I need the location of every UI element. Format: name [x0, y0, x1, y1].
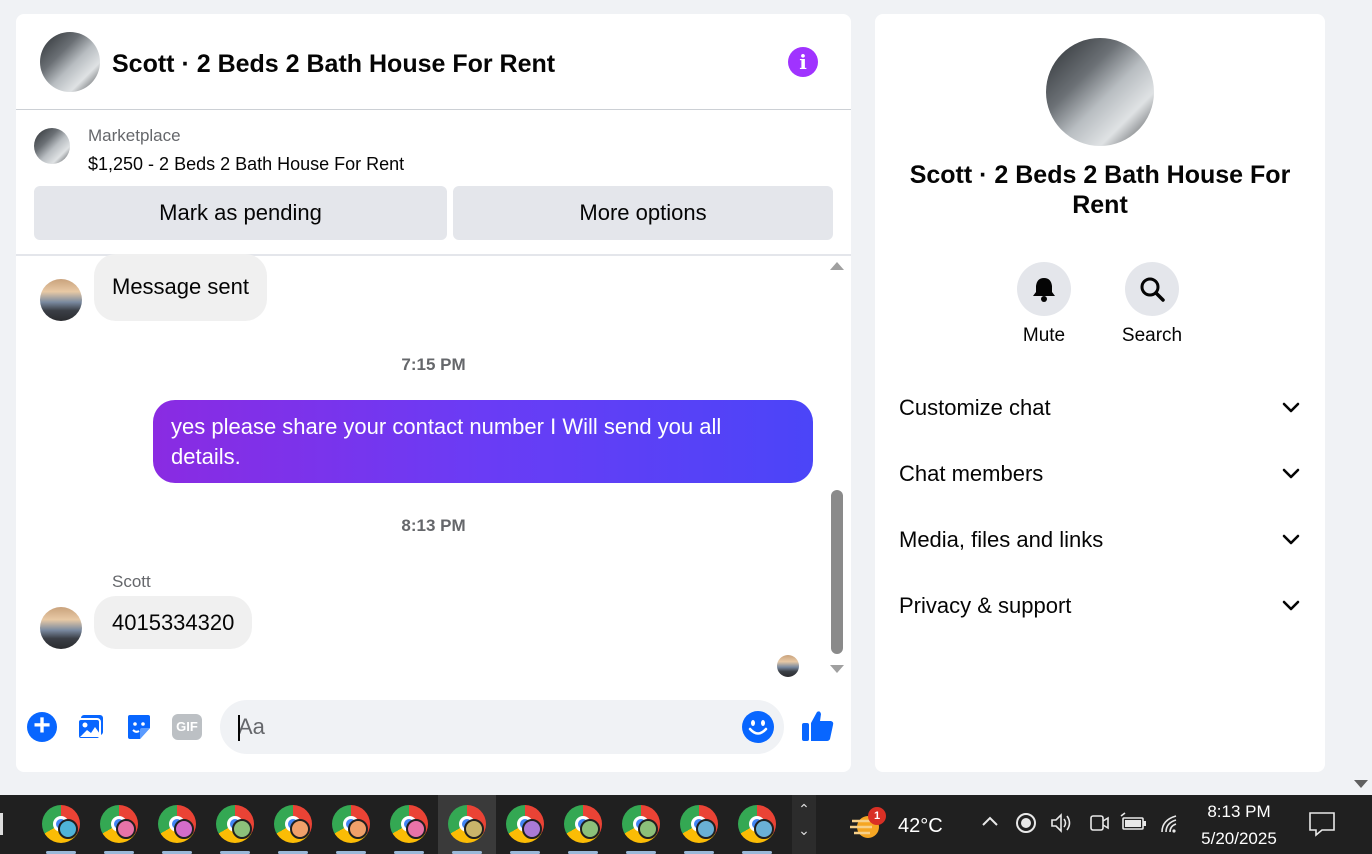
chevron-down-icon[interactable]: ⌄ [792, 818, 816, 839]
page-scroll-down-arrow-icon[interactable] [1354, 780, 1368, 788]
clock-date[interactable]: 5/20/2025 [1194, 829, 1284, 849]
plus-icon[interactable]: + [27, 711, 57, 742]
profile-badge-icon [348, 819, 368, 839]
mute-button[interactable] [1017, 262, 1071, 316]
volume-icon[interactable] [1050, 812, 1074, 840]
profile-badge-icon [232, 819, 252, 839]
sticker-icon[interactable] [124, 712, 154, 742]
profile-badge-icon [522, 819, 542, 839]
scroll-up-arrow-icon[interactable] [830, 262, 844, 270]
text-caret [238, 715, 240, 741]
profile-badge-icon [58, 819, 78, 839]
taskbar-app-button[interactable] [438, 795, 496, 854]
temperature[interactable]: 42°C [898, 815, 943, 838]
taskbar: ⌃ ⌄ 1 42°C 8:13 PM 5/20/2025 [0, 795, 1372, 854]
taskbar-app-button[interactable] [380, 795, 438, 854]
profile-badge-icon [174, 819, 194, 839]
taskbar-scroll-arrows[interactable]: ⌃ ⌄ [792, 795, 816, 854]
chevron-up-icon[interactable] [980, 812, 1000, 838]
photo-icon[interactable] [76, 712, 106, 742]
profile-badge-icon [406, 819, 426, 839]
mute-label: Mute [1022, 325, 1066, 346]
chat-panel: Scott · 2 Beds 2 Bath House For Rent i M… [16, 14, 851, 772]
search-label: Search [1121, 325, 1183, 346]
section-label: Chat members [899, 461, 1044, 486]
thumbs-up-icon[interactable] [800, 708, 836, 744]
listing-title[interactable]: $1,250 - 2 Beds 2 Bath House For Rent [88, 154, 404, 175]
taskbar-app-button[interactable] [206, 795, 264, 854]
taskbar-app-button[interactable] [612, 795, 670, 854]
battery-icon[interactable] [1120, 812, 1148, 840]
conversation-avatar[interactable] [40, 32, 100, 92]
listing-thumbnail[interactable] [34, 128, 70, 164]
wifi-icon[interactable] [1160, 812, 1184, 840]
taskbar-app-button[interactable] [670, 795, 728, 854]
start-edge[interactable] [0, 813, 3, 835]
section-chat-members[interactable]: Chat members [899, 453, 1301, 493]
profile-avatar[interactable] [1046, 38, 1154, 146]
bell-icon [1033, 278, 1055, 302]
scroll-down-arrow-icon[interactable] [830, 665, 844, 673]
search-icon [1140, 277, 1165, 302]
chevron-down-icon [1282, 468, 1300, 479]
incoming-message[interactable]: 4015334320 [94, 596, 253, 649]
profile-badge-icon [464, 819, 484, 839]
message-timestamp: 8:13 PM [401, 516, 466, 535]
taskbar-app-button[interactable] [728, 795, 786, 854]
chevron-down-icon [1282, 600, 1300, 611]
seen-indicator-avatar [777, 655, 799, 677]
chat-header: Scott · 2 Beds 2 Bath House For Rent i [16, 14, 851, 110]
camera-icon[interactable] [1088, 812, 1110, 840]
chevron-down-icon [1282, 402, 1300, 413]
section-label: Customize chat [899, 395, 1051, 420]
conversation-details-panel: Scott · 2 Beds 2 Bath House For Rent Mut… [875, 14, 1325, 772]
mark-as-pending-button[interactable]: Mark as pending [34, 186, 447, 240]
profile-title: Scott · 2 Beds 2 Bath House For Rent [909, 161, 1291, 219]
weather-badge: 1 [868, 807, 886, 825]
info-icon[interactable]: i [788, 47, 818, 77]
chevron-up-icon[interactable]: ⌃ [792, 795, 816, 818]
profile-badge-icon [638, 819, 658, 839]
profile-badge-icon [696, 819, 716, 839]
section-media-files-links[interactable]: Media, files and links [899, 519, 1301, 559]
taskbar-app-button[interactable] [32, 795, 90, 854]
clock-time[interactable]: 8:13 PM [1194, 802, 1284, 822]
profile-badge-icon [116, 819, 136, 839]
section-customize-chat[interactable]: Customize chat [899, 387, 1301, 427]
taskbar-app-button[interactable] [264, 795, 322, 854]
message-timestamp: 7:15 PM [401, 355, 466, 374]
sender-avatar[interactable] [40, 279, 82, 321]
chevron-down-icon [1282, 534, 1300, 545]
profile-badge-icon [754, 819, 774, 839]
taskbar-app-button[interactable] [90, 795, 148, 854]
more-options-button[interactable]: More options [453, 186, 833, 240]
taskbar-app-button[interactable] [322, 795, 380, 854]
profile-badge-icon [290, 819, 310, 839]
marketplace-label: Marketplace [88, 126, 181, 145]
taskbar-app-button[interactable] [148, 795, 206, 854]
sender-avatar[interactable] [40, 607, 82, 649]
section-label: Media, files and links [899, 527, 1104, 552]
record-icon[interactable] [1015, 812, 1037, 840]
section-label: Privacy & support [899, 593, 1072, 618]
conversation-title[interactable]: Scott · 2 Beds 2 Bath House For Rent [112, 50, 555, 79]
sender-name: Scott [112, 572, 151, 591]
incoming-message[interactable]: Message sent [94, 254, 267, 321]
outgoing-message[interactable]: yes please share your contact number I W… [153, 400, 813, 483]
gif-icon[interactable]: GIF [172, 714, 202, 740]
emoji-icon[interactable] [742, 711, 774, 743]
search-button[interactable] [1125, 262, 1179, 316]
message-input[interactable] [220, 700, 784, 754]
taskbar-app-button[interactable] [496, 795, 554, 854]
notifications-icon[interactable] [1308, 811, 1336, 837]
scrollbar-thumb[interactable] [831, 490, 843, 654]
section-privacy-support[interactable]: Privacy & support [899, 585, 1301, 625]
taskbar-app-button[interactable] [554, 795, 612, 854]
profile-badge-icon [580, 819, 600, 839]
